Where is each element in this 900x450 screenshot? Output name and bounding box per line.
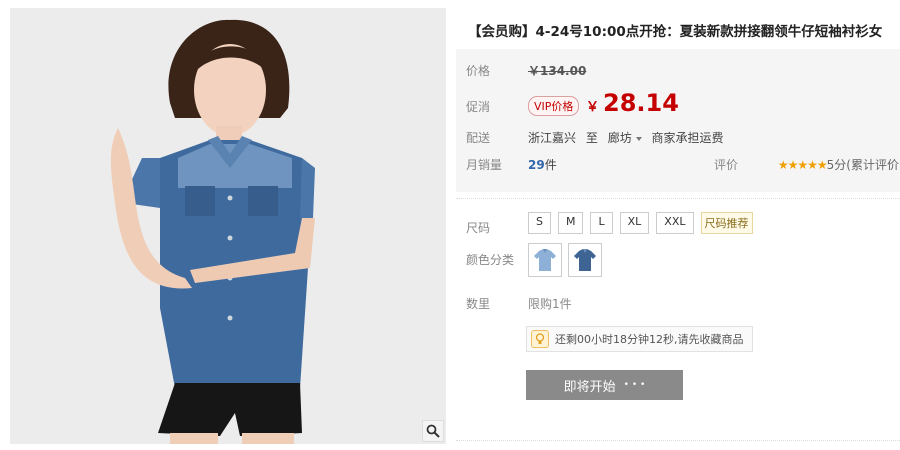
color-swatch-dark[interactable]	[568, 243, 602, 277]
currency-symbol: ￥	[586, 100, 600, 115]
bottom-divider	[456, 440, 900, 441]
product-title: 【会员购】4-24号10:00点开抢：夏装新款拼接翻领牛仔短袖衬衫女	[468, 24, 883, 40]
section-divider	[456, 198, 900, 199]
monthly-sales-label: 月销量	[466, 158, 503, 172]
light-shirt-icon	[534, 249, 556, 271]
dark-shirt-icon	[574, 249, 596, 271]
product-info-panel: 【会员购】4-24号10:00点开抢：夏装新款拼接翻领牛仔短袖衬衫女 价格 ￥1…	[456, 0, 900, 450]
shipping-origin: 浙江嘉兴	[528, 131, 577, 145]
size-option-s[interactable]: S	[528, 212, 551, 234]
vip-price-badge: VIP价格	[528, 96, 580, 116]
size-option-m[interactable]: M	[557, 212, 584, 234]
size-options: S M L XL XXL 尺码推荐	[528, 212, 753, 234]
size-label: 尺码	[466, 221, 491, 235]
rating-text[interactable]: 5分(累计评价14)	[827, 158, 900, 172]
promo-price: ￥ 28.14	[586, 89, 679, 117]
size-option-l[interactable]: L	[590, 212, 613, 234]
shipping-to-word: 至	[585, 131, 598, 145]
quantity-limit: 限购1件	[528, 297, 572, 311]
monthly-sales: 29件	[528, 156, 557, 173]
quantity-label: 数里	[466, 297, 491, 311]
model-photo-illustration	[10, 8, 446, 444]
rating-stars-icon: ★★★★★	[777, 158, 828, 172]
promo-label: 促消	[466, 100, 491, 114]
countdown-notice: 还剩00小时18分钟12秒,请先收藏商品	[526, 326, 753, 352]
sales-count: 29	[528, 158, 545, 172]
coming-soon-label: 即将开始	[563, 379, 616, 395]
magnifier-icon	[426, 424, 440, 438]
size-option-xl[interactable]: XL	[619, 212, 650, 234]
color-label: 颜色分类	[466, 253, 515, 267]
coming-soon-button[interactable]: 即将开始 • • •	[526, 370, 683, 400]
countdown-text: 还剩00小时18分钟12秒,请先收藏商品	[555, 333, 744, 346]
size-guide-button[interactable]: 尺码推荐	[700, 212, 753, 234]
shipping-label: 配送	[466, 131, 491, 145]
zoom-button[interactable]	[422, 420, 444, 442]
price-label: 价格	[466, 64, 491, 78]
shipping-info: 浙江嘉兴 至 廊坊 商家承担运费	[528, 129, 730, 146]
original-price: ￥134.00	[528, 64, 587, 78]
price-box: 价格 ￥134.00 促消 VIP价格 ￥ 28.14 配送 浙江嘉兴 至 廊坊 …	[456, 49, 900, 192]
loading-dots-icon: • • •	[623, 380, 646, 390]
rating-summary[interactable]: 评价 ★★★★★5分(累计评价14)	[714, 156, 900, 173]
chevron-down-icon[interactable]	[635, 136, 642, 141]
shipping-fee: 商家承担运费	[651, 131, 724, 145]
lightbulb-icon	[531, 330, 549, 348]
size-option-xxl[interactable]: XXL	[656, 212, 694, 234]
color-swatch-light[interactable]	[528, 243, 562, 277]
shipping-destination-select[interactable]: 廊坊	[608, 131, 632, 145]
product-photo[interactable]	[10, 8, 446, 444]
rating-label: 评价	[714, 158, 739, 172]
promo-price-value: 28.14	[603, 89, 679, 117]
color-options	[528, 243, 602, 277]
sales-unit: 件	[544, 158, 557, 172]
